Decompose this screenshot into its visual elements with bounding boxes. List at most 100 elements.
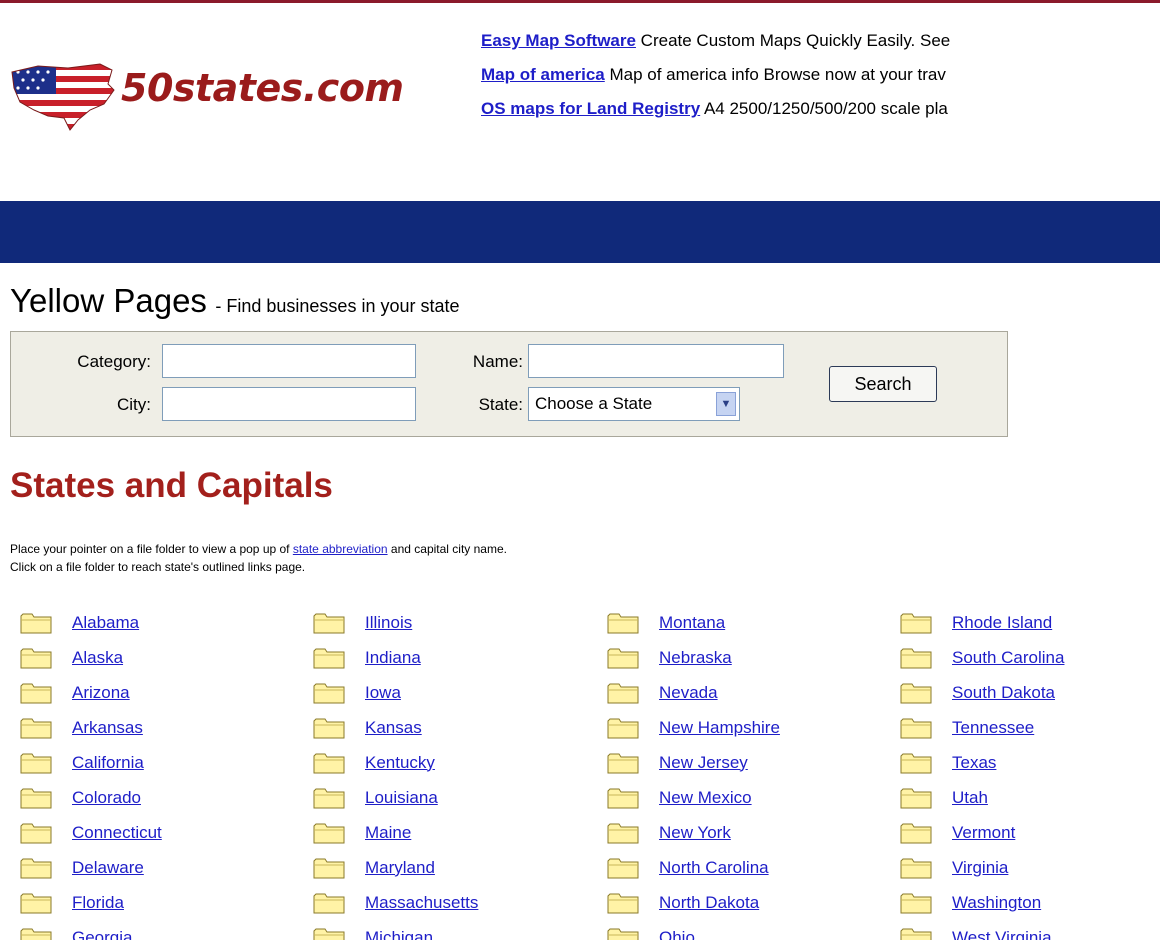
state-link[interactable]: Michigan	[365, 928, 433, 940]
ad-link[interactable]: Map of america	[481, 65, 605, 84]
state-link[interactable]: California	[72, 753, 144, 773]
state-link[interactable]: Virginia	[952, 858, 1008, 878]
state-list-item: Nevada	[607, 675, 897, 710]
state-link[interactable]: Colorado	[72, 788, 141, 808]
folder-icon[interactable]	[313, 856, 345, 880]
state-link[interactable]: Delaware	[72, 858, 144, 878]
folder-icon[interactable]	[20, 646, 52, 670]
state-link[interactable]: Arkansas	[72, 718, 143, 738]
folder-icon[interactable]	[607, 891, 639, 915]
state-link[interactable]: Alaska	[72, 648, 123, 668]
state-link[interactable]: Utah	[952, 788, 988, 808]
state-link[interactable]: South Carolina	[952, 648, 1064, 668]
folder-icon[interactable]	[607, 926, 639, 940]
logo-text[interactable]: 50states.com	[121, 66, 404, 110]
folder-icon[interactable]	[607, 681, 639, 705]
folder-icon[interactable]	[313, 891, 345, 915]
state-link[interactable]: Texas	[952, 753, 996, 773]
folder-icon[interactable]	[313, 716, 345, 740]
state-list-item: Alaska	[20, 640, 310, 675]
folder-icon[interactable]	[900, 926, 932, 940]
state-link[interactable]: Nebraska	[659, 648, 732, 668]
state-link[interactable]: Iowa	[365, 683, 401, 703]
folder-icon[interactable]	[20, 751, 52, 775]
state-link[interactable]: New Hampshire	[659, 718, 780, 738]
folder-icon[interactable]	[20, 856, 52, 880]
folder-icon[interactable]	[20, 821, 52, 845]
state-link[interactable]: Florida	[72, 893, 124, 913]
folder-icon[interactable]	[607, 611, 639, 635]
state-link[interactable]: Maine	[365, 823, 411, 843]
state-list-item: Nebraska	[607, 640, 897, 675]
state-link[interactable]: Vermont	[952, 823, 1015, 843]
state-list-item: Ohio	[607, 920, 897, 940]
folder-icon[interactable]	[900, 856, 932, 880]
folder-icon[interactable]	[900, 646, 932, 670]
category-input[interactable]	[162, 344, 416, 378]
folder-icon[interactable]	[20, 681, 52, 705]
folder-icon[interactable]	[20, 786, 52, 810]
folder-icon[interactable]	[20, 926, 52, 940]
state-list-item: Louisiana	[313, 780, 603, 815]
state-link[interactable]: Rhode Island	[952, 613, 1052, 633]
folder-icon[interactable]	[313, 611, 345, 635]
folder-icon[interactable]	[313, 926, 345, 940]
state-link[interactable]: Maryland	[365, 858, 435, 878]
folder-icon[interactable]	[20, 891, 52, 915]
state-link[interactable]: Alabama	[72, 613, 139, 633]
folder-icon[interactable]	[607, 786, 639, 810]
ad-link[interactable]: Easy Map Software	[481, 31, 636, 50]
state-link[interactable]: Louisiana	[365, 788, 438, 808]
state-link[interactable]: New Mexico	[659, 788, 752, 808]
folder-icon[interactable]	[900, 611, 932, 635]
folder-icon[interactable]	[607, 856, 639, 880]
state-link[interactable]: New York	[659, 823, 731, 843]
state-link[interactable]: Illinois	[365, 613, 412, 633]
state-link[interactable]: South Dakota	[952, 683, 1055, 703]
state-link[interactable]: North Dakota	[659, 893, 759, 913]
folder-icon[interactable]	[313, 646, 345, 670]
state-link[interactable]: Massachusetts	[365, 893, 478, 913]
folder-icon[interactable]	[313, 821, 345, 845]
site-logo[interactable]: 50states.com	[8, 58, 438, 136]
folder-icon[interactable]	[313, 681, 345, 705]
state-link[interactable]: West Virginia	[952, 928, 1052, 940]
state-abbreviation-link[interactable]: state abbreviation	[293, 542, 388, 556]
city-input[interactable]	[162, 387, 416, 421]
folder-icon[interactable]	[607, 751, 639, 775]
ad-link[interactable]: OS maps for Land Registry	[481, 99, 700, 118]
state-link[interactable]: Kansas	[365, 718, 422, 738]
folder-icon[interactable]	[20, 716, 52, 740]
state-link[interactable]: North Carolina	[659, 858, 769, 878]
state-link[interactable]: Arizona	[72, 683, 130, 703]
folder-icon[interactable]	[900, 716, 932, 740]
state-link[interactable]: New Jersey	[659, 753, 748, 773]
folder-icon[interactable]	[20, 611, 52, 635]
folder-icon[interactable]	[900, 891, 932, 915]
state-link[interactable]: Nevada	[659, 683, 718, 703]
name-input[interactable]	[528, 344, 784, 378]
folder-icon[interactable]	[313, 751, 345, 775]
state-link[interactable]: Connecticut	[72, 823, 162, 843]
folder-icon[interactable]	[607, 646, 639, 670]
states-column: Alabama Alaska Arizona Arkansas California Co…	[20, 605, 310, 940]
state-link[interactable]: Indiana	[365, 648, 421, 668]
folder-icon[interactable]	[607, 821, 639, 845]
state-link[interactable]: Ohio	[659, 928, 695, 940]
state-link[interactable]: Washington	[952, 893, 1041, 913]
folder-icon[interactable]	[900, 786, 932, 810]
chevron-down-icon[interactable]: ▼	[716, 392, 736, 416]
folder-icon[interactable]	[607, 716, 639, 740]
instruction-text: Place your pointer on a file folder to v…	[10, 542, 293, 556]
folder-icon[interactable]	[900, 751, 932, 775]
state-link[interactable]: Kentucky	[365, 753, 435, 773]
folder-icon[interactable]	[900, 681, 932, 705]
state-select[interactable]: Choose a State ▼	[528, 387, 740, 421]
folder-icon[interactable]	[313, 786, 345, 810]
search-button[interactable]: Search	[829, 366, 937, 402]
state-link[interactable]: Montana	[659, 613, 725, 633]
folder-icon[interactable]	[900, 821, 932, 845]
state-link[interactable]: Georgia	[72, 928, 132, 940]
state-link[interactable]: Tennessee	[952, 718, 1034, 738]
state-list-item: Kentucky	[313, 745, 603, 780]
